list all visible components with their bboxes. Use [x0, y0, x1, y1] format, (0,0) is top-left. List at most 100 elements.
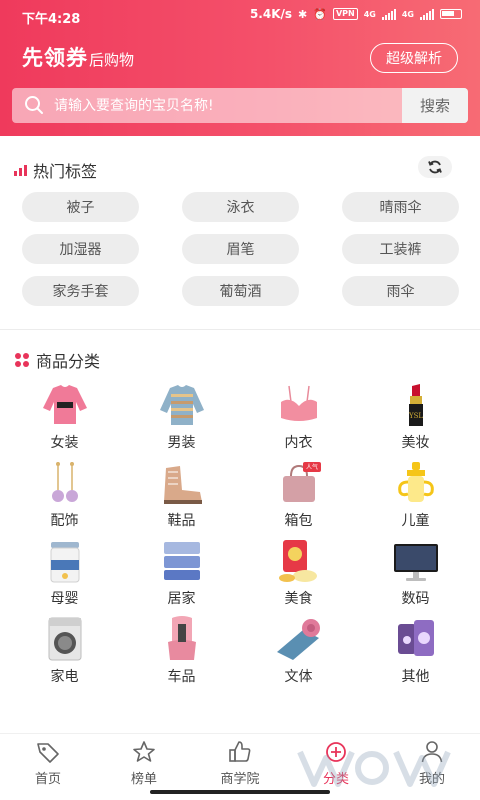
boots-icon — [163, 466, 202, 504]
category-grid: 女装 男装 内衣 YSL 美妆 配饰 鞋品 人气 箱包 儿童 母婴 居家 美食 … — [6, 382, 474, 694]
bra-icon — [280, 385, 317, 421]
svg-text:YSL: YSL — [407, 412, 422, 420]
hot-tag[interactable]: 泳衣 — [182, 192, 299, 222]
category-label: 内衣 — [284, 435, 313, 451]
category-label: 车品 — [167, 669, 196, 685]
category-item-women[interactable]: 女装 — [6, 382, 123, 460]
category-item-kids[interactable]: 儿童 — [357, 460, 474, 538]
category-label: 数码 — [401, 591, 430, 607]
hot-tag[interactable]: 工装裤 — [342, 234, 459, 264]
net-type-2: 4G — [401, 9, 414, 19]
category-item-shoes[interactable]: 鞋品 — [123, 460, 240, 538]
hot-tag[interactable]: 雨伞 — [342, 276, 459, 306]
search-bar[interactable]: 搜索 — [12, 88, 468, 123]
category-item-appliances[interactable]: 家电 — [6, 616, 123, 694]
brand-main: 先领券 — [22, 46, 88, 70]
sippy-cup-icon — [397, 462, 434, 502]
hot-tag[interactable]: 家务手套 — [22, 276, 139, 306]
brand-logo: 先领券 后购物 — [22, 42, 134, 72]
category-item-maternal[interactable]: 母婴 — [6, 538, 123, 616]
user-icon — [421, 741, 443, 763]
alarm-icon: ⏰ — [313, 7, 327, 21]
hot-tag[interactable]: 葡萄酒 — [182, 276, 299, 306]
star-icon — [133, 741, 155, 762]
battery-icon — [440, 9, 462, 19]
status-time: 下午4:28 — [22, 12, 81, 27]
nav-item-mine[interactable]: 我的 — [384, 734, 480, 800]
search-button[interactable]: 搜索 — [402, 88, 468, 123]
nav-label: 首页 — [34, 772, 61, 787]
lipstick-icon: YSL — [407, 384, 423, 426]
hot-tags-list: 被子 泳衣 晴雨伞 加湿器 眉笔 工装裤 家务手套 葡萄酒 雨伞 — [22, 192, 462, 306]
category-label: 美食 — [284, 591, 313, 607]
category-label: 儿童 — [401, 513, 430, 529]
bluetooth-icon: ✱ — [298, 7, 308, 21]
category-item-men[interactable]: 男装 — [123, 382, 240, 460]
category-label: 家电 — [50, 669, 79, 685]
nav-label: 商学院 — [220, 772, 260, 787]
tag-icon — [37, 743, 59, 763]
yoga-mat-icon — [276, 619, 320, 660]
monitor-icon — [393, 544, 438, 581]
earrings-icon — [51, 462, 78, 502]
signal-icon-2 — [420, 8, 434, 20]
home-indicator[interactable] — [150, 790, 330, 794]
hot-tag[interactable]: 加湿器 — [22, 234, 139, 264]
category-label: 女装 — [50, 435, 79, 451]
category-label: 配饰 — [50, 513, 79, 529]
category-item-bags[interactable]: 人气 箱包 — [240, 460, 357, 538]
search-input[interactable] — [54, 88, 394, 123]
refresh-icon — [428, 160, 442, 174]
hot-tags-heading: 热门标签 — [14, 158, 97, 182]
category-label: 居家 — [167, 591, 196, 607]
refresh-button[interactable] — [418, 156, 452, 178]
hot-tag[interactable]: 晴雨伞 — [342, 192, 459, 222]
category-item-beauty[interactable]: YSL 美妆 — [357, 382, 474, 460]
category-label: 其他 — [401, 669, 430, 685]
grid-dots-icon — [15, 353, 29, 367]
category-item-car[interactable]: 车品 — [123, 616, 240, 694]
washing-machine-icon — [48, 617, 81, 661]
brand-sub: 后购物 — [89, 51, 135, 69]
category-item-food[interactable]: 美食 — [240, 538, 357, 616]
svg-text:人气: 人气 — [305, 463, 317, 471]
search-icon — [25, 96, 43, 114]
net-type-1: 4G — [363, 9, 376, 19]
header: 下午4:28 5.4K/s ✱ ⏰ VPN 4G 4G 先领券 后购物 超级解析… — [0, 0, 480, 136]
hot-tag[interactable]: 眉笔 — [182, 234, 299, 264]
handbag-icon: 人气 — [282, 462, 321, 502]
net-speed: 5.4K/s — [249, 7, 293, 21]
hot-tag[interactable]: 被子 — [22, 192, 139, 222]
supplements-icon — [397, 620, 434, 656]
category-item-accessories[interactable]: 配饰 — [6, 460, 123, 538]
category-item-home[interactable]: 居家 — [123, 538, 240, 616]
bedding-icon — [163, 542, 200, 580]
thumbs-up-icon — [229, 741, 251, 762]
category-item-sports[interactable]: 文体 — [240, 616, 357, 694]
category-label: 美妆 — [401, 435, 430, 451]
vpn-badge: VPN — [332, 8, 358, 20]
pink-sweater-icon — [42, 385, 87, 424]
category-icon — [326, 742, 346, 762]
category-label: 男装 — [167, 435, 196, 451]
signal-icon — [381, 8, 396, 20]
category-item-underwear[interactable]: 内衣 — [240, 382, 357, 460]
categories-section: 商品分类 女装 男装 内衣 YSL 美妆 配饰 鞋品 人气 箱包 儿童 母婴 居… — [0, 330, 480, 730]
super-parse-button[interactable]: 超级解析 — [370, 43, 458, 73]
nav-label: 榜单 — [130, 772, 157, 787]
category-label: 母婴 — [50, 591, 79, 607]
bar-chart-icon — [14, 164, 27, 176]
category-item-digital[interactable]: 数码 — [357, 538, 474, 616]
status-bar: 下午4:28 5.4K/s ✱ ⏰ VPN 4G 4G — [0, 0, 480, 34]
hot-tags-section: 热门标签 被子 泳衣 晴雨伞 加湿器 眉笔 工装裤 家务手套 葡萄酒 雨伞 — [0, 136, 480, 330]
categories-title: 商品分类 — [36, 352, 101, 371]
status-icons: 5.4K/s ✱ ⏰ VPN 4G 4G — [250, 7, 462, 21]
milk-powder-icon — [50, 542, 79, 583]
category-label: 鞋品 — [167, 513, 196, 529]
category-label: 文体 — [284, 669, 313, 685]
hot-tags-title: 热门标签 — [33, 162, 98, 181]
category-item-other[interactable]: 其他 — [357, 616, 474, 694]
nav-label: 分类 — [322, 772, 349, 787]
nav-item-home[interactable]: 首页 — [0, 734, 96, 800]
categories-heading: 商品分类 — [14, 348, 100, 372]
